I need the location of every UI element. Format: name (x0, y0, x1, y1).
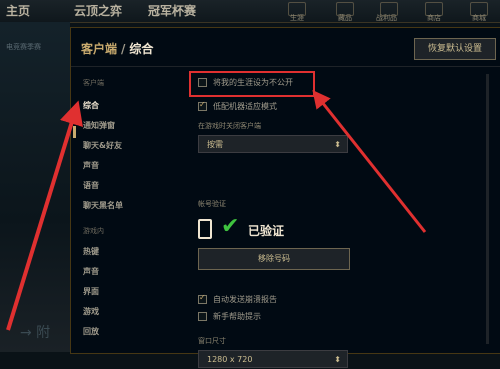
sidebar-item-ingame-sound[interactable]: 声音 (83, 266, 99, 277)
auto-report-checkbox[interactable] (198, 293, 207, 304)
sidebar-item-notifications[interactable]: 通知弹窗 (83, 120, 115, 131)
hide-career-checkbox[interactable] (198, 78, 207, 87)
restore-defaults-button[interactable]: 恢复默认设置 (414, 38, 496, 60)
window-size-dropdown[interactable]: 1280 x 720 ⬍ (198, 350, 348, 368)
collection-label: 藏品 (338, 14, 352, 22)
close-client-value: 按需 (207, 140, 223, 149)
sidebar-item-hotkeys[interactable]: 热键 (83, 246, 99, 257)
breadcrumb-parent[interactable]: 客户端 (81, 42, 117, 56)
sidebar-item-sound[interactable]: 声音 (83, 160, 99, 171)
content-scrollbar[interactable] (486, 74, 489, 344)
chevron-updown-icon: ⬍ (334, 140, 341, 149)
breadcrumb-current: 综合 (129, 42, 154, 56)
settings-modal: 客户端 / 综合 恢复默认设置 客户端 综合 通知弹窗 聊天&好友 声音 语音 聊天… (70, 27, 500, 368)
sidebar-section-client: 客户端 (83, 79, 104, 87)
nav-tft[interactable]: 云顶之弈 (74, 2, 122, 19)
loot-label: 战利品 (376, 14, 397, 22)
nav-home[interactable]: 主页 (6, 2, 30, 19)
sidebar-item-general[interactable]: 综合 (83, 100, 99, 111)
sidebar-section-ingame: 游戏内 (83, 227, 104, 235)
low-spec-checkbox[interactable] (198, 100, 207, 111)
background-hint: 电竞赛季赛 (6, 43, 41, 51)
sidebar-item-replay[interactable]: 回放 (83, 326, 99, 337)
mall-label: 商城 (472, 14, 486, 22)
sidebar-item-interface[interactable]: 界面 (83, 286, 99, 297)
background-panel: 电竞赛季赛 → 附 (0, 22, 70, 352)
modal-header: 客户端 / 综合 恢复默认设置 (71, 28, 500, 67)
sidebar-item-game[interactable]: 游戏 (83, 306, 99, 317)
newbie-tips-label: 新手帮助提示 (213, 312, 261, 321)
store-label: 商店 (427, 14, 441, 22)
phone-icon (198, 219, 212, 239)
settings-sidebar: 客户端 综合 通知弹窗 聊天&好友 声音 语音 聊天黑名单 游戏内 热键 声音 … (71, 66, 171, 353)
auto-report-option[interactable]: 自动发送崩溃报告 (198, 293, 277, 305)
low-spec-option[interactable]: 低配机器适应模式 (198, 100, 277, 112)
settings-content: 将我的生涯设为不公开 低配机器适应模式 在游戏时关闭客户端 按需 ⬍ 帐号验证 … (186, 66, 496, 368)
hide-career-option[interactable]: 将我的生涯设为不公开 (198, 77, 293, 88)
auto-report-label: 自动发送崩溃报告 (213, 295, 277, 304)
close-client-label: 在游戏时关闭客户端 (198, 122, 261, 130)
hide-career-label: 将我的生涯设为不公开 (213, 78, 293, 87)
window-size-label: 窗口尺寸 (198, 337, 226, 345)
career-label: 生涯 (290, 14, 304, 22)
sidebar-active-indicator (73, 126, 76, 138)
checkmark-icon: ✔ (221, 214, 240, 239)
top-navigation: 主页 云顶之弈 冠军杯赛 生涯 藏品 战利品 商店 商城 (0, 0, 500, 23)
newbie-tips-option[interactable]: 新手帮助提示 (198, 311, 261, 322)
breadcrumb: 客户端 / 综合 (81, 40, 153, 57)
nav-icon-group: 生涯 藏品 战利品 商店 商城 (270, 0, 500, 22)
account-verify-label: 帐号验证 (198, 200, 226, 208)
breadcrumb-separator: / (121, 42, 126, 56)
sidebar-item-voice[interactable]: 语音 (83, 180, 99, 191)
remove-number-button[interactable]: 移除号码 (198, 248, 350, 270)
background-ghost-text: → 附 (20, 325, 51, 341)
newbie-tips-checkbox[interactable] (198, 312, 207, 321)
verified-status: 已验证 (248, 224, 285, 238)
sidebar-item-chat-blocklist[interactable]: 聊天黑名单 (83, 200, 123, 211)
window-size-value: 1280 x 720 (207, 355, 253, 364)
sidebar-item-chat-friends[interactable]: 聊天&好友 (83, 140, 122, 151)
close-client-dropdown[interactable]: 按需 ⬍ (198, 135, 348, 153)
chevron-updown-icon: ⬍ (334, 355, 341, 364)
nav-cup[interactable]: 冠军杯赛 (148, 2, 196, 19)
low-spec-label: 低配机器适应模式 (213, 102, 277, 111)
